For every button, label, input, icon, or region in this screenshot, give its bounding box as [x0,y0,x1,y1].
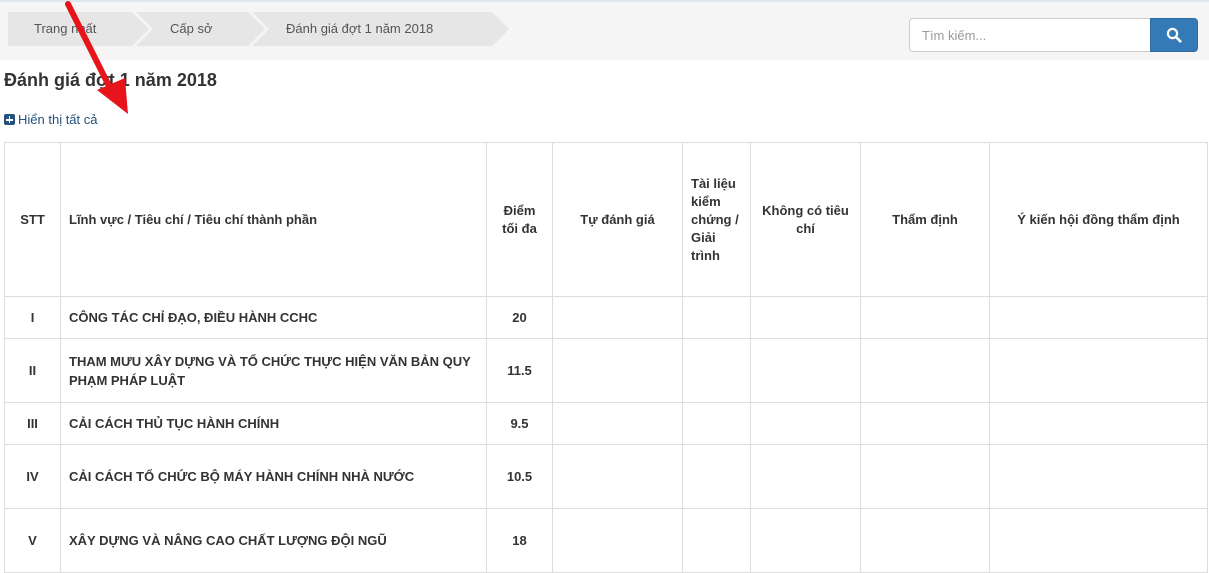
row-max-score: 11.5 [486,338,553,403]
row-no-criterion-cell [750,296,861,339]
search-button[interactable] [1150,18,1198,52]
row-self-eval-cell [552,508,683,573]
evaluation-table: STT Lĩnh vực / Tiêu chí / Tiêu chí thành… [4,142,1208,573]
row-no-criterion-cell [750,444,861,509]
row-name: CẢI CÁCH THỦ TỤC HÀNH CHÍNH [60,402,487,445]
row-name: CÔNG TÁC CHỈ ĐẠO, ĐIỀU HÀNH CCHC [60,296,487,339]
row-council-opinion-cell [989,508,1208,573]
col-header-appraisal: Thẩm định [860,142,990,297]
row-self-eval-cell [552,402,683,445]
row-appraisal-cell [860,402,990,445]
row-self-eval-cell [552,338,683,403]
row-name: CẢI CÁCH TỔ CHỨC BỘ MÁY HÀNH CHÍNH NHÀ N… [60,444,487,509]
row-council-opinion-cell [989,296,1208,339]
col-header-max-score: Điểm tối đa [486,142,553,297]
row-max-score: 10.5 [486,444,553,509]
breadcrumb-item-home[interactable]: Trang nhất [8,12,149,46]
plus-square-icon [4,114,15,125]
table-row: V XÂY DỰNG VÀ NÂNG CAO CHẤT LƯỢNG ĐỘI NG… [4,508,1208,573]
row-self-eval-cell [552,444,683,509]
row-stt: V [4,508,61,573]
row-self-eval-cell [552,296,683,339]
row-appraisal-cell [860,508,990,573]
row-evidence-cell [682,508,751,573]
breadcrumb: Trang nhất Cấp sở Đánh giá đợt 1 năm 201… [8,12,509,46]
row-max-score: 18 [486,508,553,573]
col-header-field: Lĩnh vực / Tiêu chí / Tiêu chí thành phầ… [60,142,487,297]
row-name: THAM MƯU XÂY DỰNG VÀ TỔ CHỨC THỰC HIỆN V… [60,338,487,403]
row-stt: I [4,296,61,339]
search-icon [1166,27,1182,43]
row-evidence-cell [682,296,751,339]
row-council-opinion-cell [989,338,1208,403]
row-council-opinion-cell [989,444,1208,509]
table-row: III CẢI CÁCH THỦ TỤC HÀNH CHÍNH 9.5 [4,402,1208,445]
search-input[interactable] [909,18,1150,52]
table-row: II THAM MƯU XÂY DỰNG VÀ TỔ CHỨC THỰC HIỆ… [4,338,1208,403]
table-row: I CÔNG TÁC CHỈ ĐẠO, ĐIỀU HÀNH CCHC 20 [4,296,1208,339]
row-evidence-cell [682,444,751,509]
show-all-link[interactable]: Hiển thị tất cả [4,112,98,127]
row-no-criterion-cell [750,402,861,445]
row-council-opinion-cell [989,402,1208,445]
page-title: Đánh giá đợt 1 năm 2018 [4,70,217,90]
row-stt: III [4,402,61,445]
table-row: IV CẢI CÁCH TỔ CHỨC BỘ MÁY HÀNH CHÍNH NH… [4,444,1208,509]
row-appraisal-cell [860,338,990,403]
row-name: XÂY DỰNG VÀ NÂNG CAO CHẤT LƯỢNG ĐỘI NGŨ [60,508,487,573]
row-no-criterion-cell [750,508,861,573]
breadcrumb-item-level[interactable]: Cấp sở [136,12,265,46]
col-header-stt: STT [4,142,61,297]
table-header-row: STT Lĩnh vực / Tiêu chí / Tiêu chí thành… [4,142,1208,297]
row-max-score: 9.5 [486,402,553,445]
row-stt: IV [4,444,61,509]
row-no-criterion-cell [750,338,861,403]
row-evidence-cell [682,338,751,403]
col-header-self-eval: Tự đánh giá [552,142,683,297]
top-bar: Trang nhất Cấp sở Đánh giá đợt 1 năm 201… [0,0,1209,60]
breadcrumb-item-current[interactable]: Đánh giá đợt 1 năm 2018 [252,12,509,46]
row-stt: II [4,338,61,403]
col-header-evidence: Tài liệu kiểm chứng / Giải trình [682,142,751,297]
row-appraisal-cell [860,444,990,509]
row-appraisal-cell [860,296,990,339]
show-all-label: Hiển thị tất cả [18,112,98,127]
col-header-council-opinion: Ý kiến hội đồng thẩm định [989,142,1208,297]
row-max-score: 20 [486,296,553,339]
col-header-no-criterion: Không có tiêu chí [750,142,861,297]
row-evidence-cell [682,402,751,445]
